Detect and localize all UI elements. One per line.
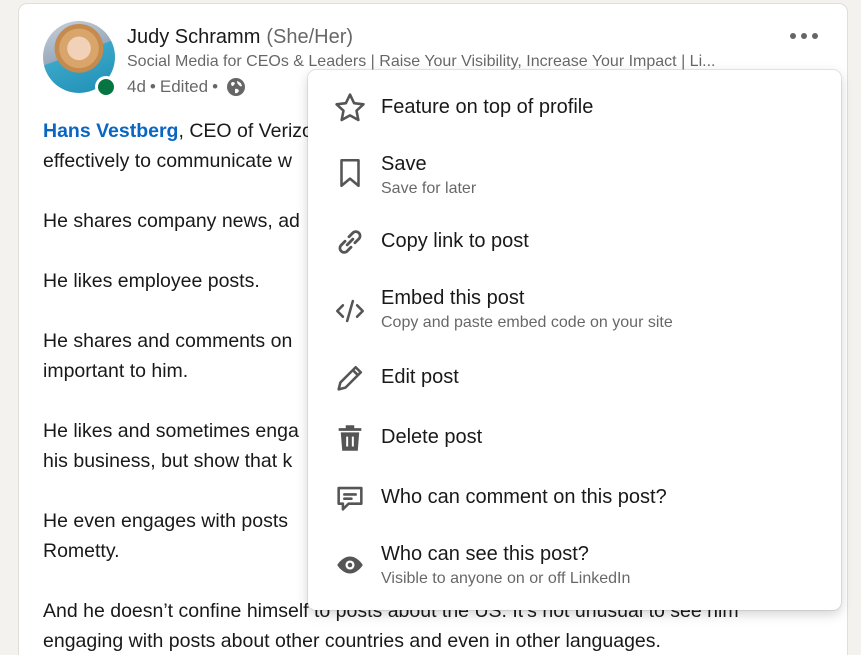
menu-item-copy-link[interactable]: Copy link to post bbox=[308, 220, 841, 266]
author-pronouns: (She/Her) bbox=[266, 26, 354, 48]
menu-item-sublabel: Copy and paste embed code on your site bbox=[381, 314, 673, 331]
online-status-indicator bbox=[95, 76, 117, 98]
menu-item-label: Feature on top of profile bbox=[381, 96, 594, 118]
menu-item-who-can-comment[interactable]: Who can comment on this post? bbox=[308, 476, 841, 522]
menu-item-who-can-see[interactable]: Who can see this post? Visible to anyone… bbox=[308, 536, 841, 596]
menu-item-label: Delete post bbox=[381, 426, 483, 448]
code-icon bbox=[332, 293, 368, 329]
author-headline: Social Media for CEOs & Leaders | Raise … bbox=[127, 53, 716, 70]
comment-icon bbox=[332, 480, 368, 516]
post-text: engaging with posts about other countrie… bbox=[43, 630, 661, 652]
post-text: He likes and sometimes enga bbox=[43, 420, 299, 442]
menu-item-label: Save bbox=[381, 153, 427, 175]
ellipsis-dot bbox=[790, 33, 796, 39]
menu-item-label: Edit post bbox=[381, 366, 459, 388]
eye-icon bbox=[332, 547, 368, 583]
mention-link[interactable]: Hans Vestberg bbox=[43, 120, 178, 142]
menu-item-label: Embed this post bbox=[381, 287, 525, 309]
post-text: important to him. bbox=[43, 360, 189, 382]
menu-item-edit[interactable]: Edit post bbox=[308, 356, 841, 402]
post-text: He even engages with posts bbox=[43, 510, 288, 532]
menu-item-sublabel: Save for later bbox=[381, 180, 477, 197]
post-text: , CEO of Verizo bbox=[178, 120, 313, 142]
post-text: He shares and comments on bbox=[43, 330, 293, 352]
globe-icon bbox=[226, 77, 246, 97]
menu-item-label: Who can comment on this post? bbox=[381, 486, 667, 508]
more-options-button[interactable] bbox=[784, 22, 824, 50]
edited-label: Edited bbox=[159, 77, 209, 96]
post-text: Rometty. bbox=[43, 540, 120, 562]
menu-item-label: Who can see this post? bbox=[381, 543, 589, 565]
pencil-icon bbox=[332, 360, 368, 396]
menu-item-embed[interactable]: Embed this post Copy and paste embed cod… bbox=[308, 280, 841, 340]
ellipsis-dot bbox=[812, 33, 818, 39]
menu-item-label: Copy link to post bbox=[381, 230, 529, 252]
link-icon bbox=[332, 224, 368, 260]
meta-separator: • bbox=[212, 77, 219, 96]
menu-item-save[interactable]: Save Save for later bbox=[308, 146, 841, 206]
menu-item-sublabel: Visible to anyone on or off LinkedIn bbox=[381, 570, 631, 587]
post-text: effectively to communicate w bbox=[43, 150, 292, 172]
post-options-menu: Feature on top of profile Save Save for … bbox=[308, 70, 841, 610]
bookmark-icon bbox=[332, 155, 368, 191]
menu-item-feature[interactable]: Feature on top of profile bbox=[308, 86, 841, 132]
trash-icon bbox=[332, 420, 368, 456]
menu-item-delete[interactable]: Delete post bbox=[308, 416, 841, 462]
meta-separator: • bbox=[149, 77, 156, 96]
author-name[interactable]: Judy Schramm (She/Her) bbox=[127, 26, 353, 49]
star-icon bbox=[332, 90, 368, 126]
post-text: his business, but show that k bbox=[43, 450, 293, 472]
post-meta: 4d • Edited • bbox=[127, 77, 246, 97]
author-name-text[interactable]: Judy Schramm bbox=[127, 26, 260, 48]
post-age: 4d bbox=[127, 77, 146, 96]
ellipsis-dot bbox=[801, 33, 807, 39]
